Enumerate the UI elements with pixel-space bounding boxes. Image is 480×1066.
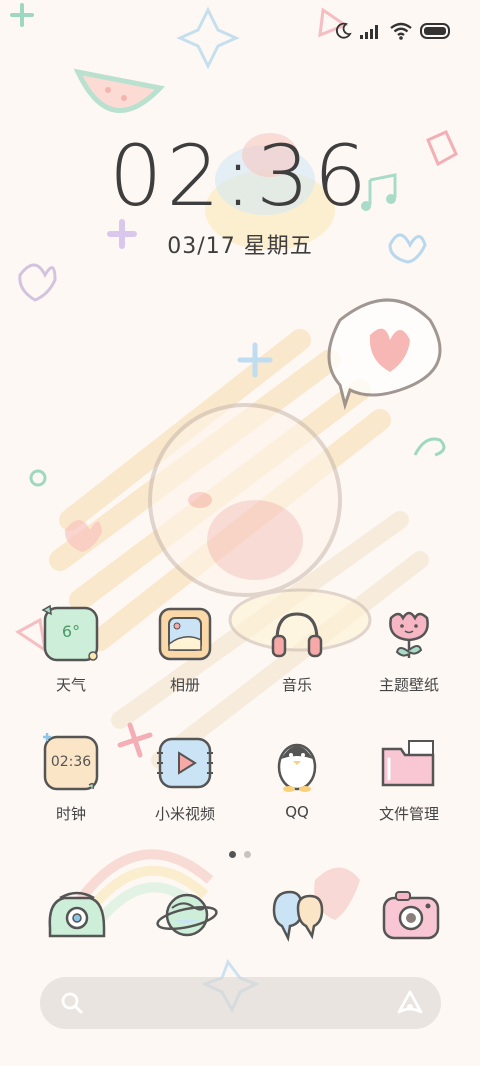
app-label: QQ — [285, 803, 309, 821]
app-label: 时钟 — [55, 805, 86, 823]
page-dot-active[interactable] — [229, 851, 236, 858]
clock-app-time: 02:36 — [50, 754, 92, 770]
folder-icon — [379, 733, 439, 793]
app-qq[interactable]: QQ — [242, 733, 352, 821]
app-themes[interactable]: 主题壁纸 — [354, 604, 464, 695]
chat-bubbles-icon — [264, 890, 334, 954]
phone-icon — [42, 891, 112, 954]
search-bar[interactable] — [40, 977, 441, 1029]
penguin-icon — [267, 733, 327, 793]
lock-clock[interactable]: 02:36 03/17 星期五 — [0, 128, 480, 260]
weather-icon: 6° — [41, 604, 101, 664]
video-icon — [155, 733, 215, 793]
app-music[interactable]: 音乐 — [242, 604, 352, 695]
clock-icon: 02:36 — [41, 733, 101, 793]
tulip-icon — [379, 604, 439, 664]
search-icon[interactable] — [60, 991, 84, 1019]
clock-time[interactable]: 02:36 — [0, 128, 480, 224]
app-label: 文件管理 — [378, 805, 439, 823]
battery-icon — [420, 23, 452, 39]
app-label: 相册 — [169, 676, 200, 694]
page-indicator[interactable] — [0, 851, 480, 858]
headphones-icon — [267, 604, 327, 664]
dock-phone[interactable] — [42, 880, 112, 950]
camera-icon — [376, 891, 446, 954]
app-mi-video[interactable]: 小米视频 — [130, 733, 240, 824]
gallery-icon — [155, 604, 215, 664]
signal-icon — [360, 23, 382, 39]
dock-camera[interactable] — [376, 880, 446, 950]
app-clock[interactable]: 02:36 时钟 — [16, 733, 126, 824]
moon-icon — [334, 22, 352, 40]
app-file-manager[interactable]: 文件管理 — [354, 733, 464, 824]
page-dot[interactable] — [244, 851, 251, 858]
planet-icon — [152, 893, 222, 954]
clock-date: 03/17 星期五 — [167, 234, 313, 259]
app-gallery[interactable]: 相册 — [130, 604, 240, 695]
app-label: 天气 — [55, 676, 86, 694]
dock-browser[interactable] — [152, 880, 222, 950]
app-label: 音乐 — [281, 676, 312, 694]
ai-assistant-icon[interactable] — [397, 990, 423, 1020]
wifi-icon — [390, 22, 412, 40]
app-weather[interactable]: 6° 天气 — [16, 604, 126, 695]
dock-messages[interactable] — [264, 880, 334, 950]
status-bar — [334, 18, 452, 44]
app-label: 主题壁纸 — [378, 676, 439, 694]
weather-temperature: 6° — [61, 622, 81, 641]
app-label: 小米视频 — [154, 805, 215, 823]
